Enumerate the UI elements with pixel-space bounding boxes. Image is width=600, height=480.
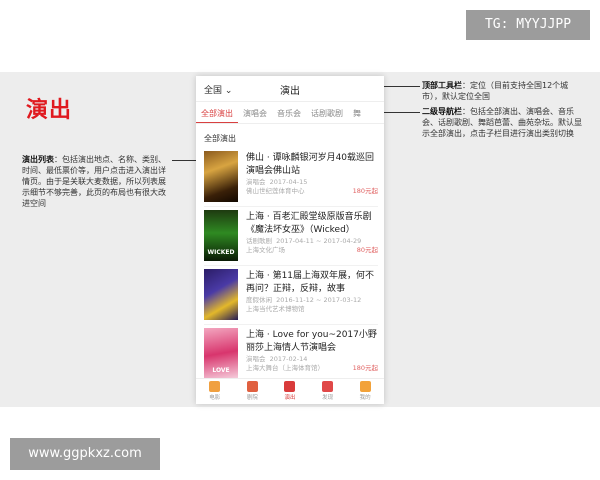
- item-title: 佛山 · 谭咏麟银河岁月40载巡回演唱会佛山站: [246, 153, 375, 176]
- tabbar-item-show[interactable]: 演出: [271, 379, 309, 404]
- show-icon: [284, 381, 296, 392]
- list-item-info: 佛山 · 谭咏麟银河岁月40载巡回演唱会佛山站 演唱会 2017-04-15 佛…: [246, 152, 378, 196]
- item-category: 度假休闲: [246, 296, 272, 304]
- tab-dance[interactable]: 舞: [348, 102, 366, 123]
- item-date: 2016-11-12 ~ 2017-03-12: [276, 296, 362, 304]
- item-venue: 上海当代艺术博物馆: [246, 305, 305, 313]
- list-item-info: 上海 · 第11届上海双年展，何不再问？正辩，反辩，故事 度假休闲 2016-1…: [246, 270, 378, 314]
- screenshot-page: TG: MYYJJPP 演出 演出列表：包括演出地点、名称、类别、时间、最低票价…: [0, 0, 600, 480]
- page-title: 演出: [26, 98, 73, 123]
- item-meta: 话剧歌剧 2017-04-11 ~ 2017-04-29: [246, 237, 378, 246]
- item-price: 180元起: [352, 364, 378, 372]
- tabbar-item-theater[interactable]: 剧院: [234, 379, 272, 404]
- discover-icon: [322, 381, 334, 392]
- annotation-subnav: 二级导航栏：包括全部演出、演唱会、音乐会、话剧歌剧、舞蹈芭蕾、曲苑杂坛。默认显示…: [422, 106, 582, 139]
- item-venue-row: 上海文化广场 80元起: [246, 246, 378, 255]
- tabbar-label: 电影: [209, 395, 221, 401]
- watermark-bottom: www.ggpkxz.com: [10, 438, 160, 470]
- item-venue-row: 上海大舞台（上海体育馆） 180元起: [246, 364, 378, 373]
- item-category: 演唱会: [246, 178, 266, 186]
- item-venue-row: 上海当代艺术博物馆: [246, 305, 378, 314]
- list-item[interactable]: LOVE 上海 · Love for you~2017小野丽莎上海情人节演唱会 …: [204, 325, 378, 384]
- tabbar-item-mine[interactable]: 我的: [346, 379, 384, 404]
- tabbar-label: 发现: [322, 395, 334, 401]
- top-toolbar: 全国 ⌄ 演出: [196, 76, 384, 102]
- item-venue: 上海文化广场: [246, 246, 285, 254]
- item-title: 上海 · 百老汇殿堂级原版音乐剧《魔法坏女巫》（Wicked）: [246, 212, 372, 235]
- tabbar-item-discover[interactable]: 发现: [309, 379, 347, 404]
- item-title: 上海 · 第11届上海双年展，何不再问？正辩，反辩，故事: [246, 271, 375, 294]
- tab-all[interactable]: 全部演出: [196, 102, 238, 123]
- annotation-list: 演出列表：包括演出地点、名称、类别、时间、最低票价等，用户点击进入演出详情页。由…: [22, 154, 172, 209]
- list-item[interactable]: WICKED 上海 · 百老汇殿堂级原版音乐剧《魔法坏女巫》（Wicked） 话…: [204, 207, 378, 266]
- annotation-toolbar: 顶部工具栏：定位（目前支持全国12个城市），默认定位全国: [422, 80, 582, 102]
- list-item[interactable]: 佛山 · 谭咏麟银河岁月40载巡回演唱会佛山站 演唱会 2017-04-15 佛…: [204, 148, 378, 207]
- list-item-info: 上海 · Love for you~2017小野丽莎上海情人节演唱会 演唱会 2…: [246, 329, 378, 373]
- item-meta: 演唱会 2017-04-15: [246, 178, 378, 187]
- poster-image: [204, 151, 238, 202]
- item-category: 演唱会: [246, 355, 266, 363]
- annotation-list-connector: [172, 160, 198, 161]
- item-venue: 上海大舞台（上海体育馆）: [246, 364, 324, 372]
- poster-text: LOVE: [212, 367, 230, 374]
- item-price: 180元起: [352, 187, 378, 195]
- item-date: 2017-04-15: [269, 178, 308, 186]
- item-price: 80元起: [356, 246, 378, 254]
- item-category: 话剧歌剧: [246, 237, 272, 245]
- bottom-tabbar: 电影 剧院 演出 发现 我的: [196, 378, 384, 404]
- watermark-top: TG: MYYJJPP: [466, 10, 590, 40]
- item-date: 2017-02-14: [269, 355, 308, 363]
- tabbar-label: 我的: [359, 395, 371, 401]
- item-date: 2017-04-11 ~ 2017-04-29: [276, 237, 362, 245]
- section-title: 全部演出: [204, 134, 236, 143]
- list-item[interactable]: 上海 · 第11届上海双年展，何不再问？正辩，反辩，故事 度假休闲 2016-1…: [204, 266, 378, 325]
- poster-image: [204, 269, 238, 320]
- tab-music[interactable]: 音乐会: [272, 102, 306, 123]
- category-tabs: 全部演出 演唱会 音乐会 话剧歌剧 舞: [196, 102, 384, 124]
- annotation-subnav-connector: [384, 112, 420, 113]
- screen-title: 演出: [280, 86, 300, 97]
- list-item-info: 上海 · 百老汇殿堂级原版音乐剧《魔法坏女巫》（Wicked） 话剧歌剧 201…: [246, 211, 378, 255]
- tabbar-label: 剧院: [246, 395, 258, 401]
- item-venue: 佛山世纪莲体育中心: [246, 187, 305, 195]
- item-venue-row: 佛山世纪莲体育中心 180元起: [246, 187, 378, 196]
- tabbar-item-movie[interactable]: 电影: [196, 379, 234, 404]
- poster-image: WICKED: [204, 210, 238, 261]
- annotation-subnav-label: 二级导航栏: [422, 107, 462, 116]
- item-title: 上海 · Love for you~2017小野丽莎上海情人节演唱会: [246, 330, 377, 353]
- tab-drama[interactable]: 话剧歌剧: [306, 102, 348, 123]
- theater-icon: [246, 381, 258, 392]
- poster-image: LOVE: [204, 328, 238, 379]
- profile-icon: [359, 381, 371, 392]
- annotation-toolbar-label: 顶部工具栏: [422, 81, 462, 90]
- tab-concert[interactable]: 演唱会: [238, 102, 272, 123]
- item-meta: 度假休闲 2016-11-12 ~ 2017-03-12: [246, 296, 378, 305]
- item-meta: 演唱会 2017-02-14: [246, 355, 378, 364]
- phone-screen: 全国 ⌄ 演出 全部演出 演唱会 音乐会 话剧歌剧 舞 全部演出 佛山 · 谭咏…: [196, 76, 384, 404]
- movie-icon: [209, 381, 221, 392]
- annotation-list-label: 演出列表: [22, 155, 54, 164]
- tabbar-label: 演出: [284, 395, 296, 401]
- poster-text: WICKED: [207, 249, 235, 256]
